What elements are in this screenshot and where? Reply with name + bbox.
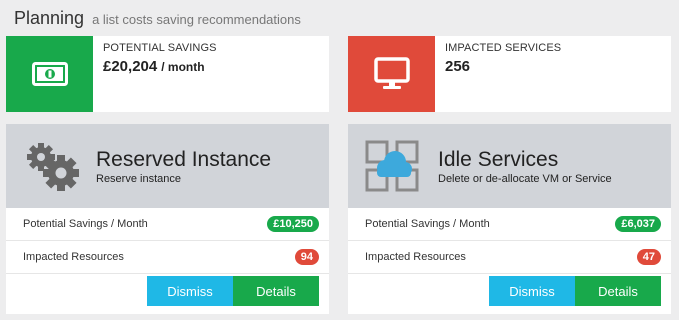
potential-savings-summary: POTENTIAL SAVINGS £20,204 / month xyxy=(6,36,329,112)
page-title: Planning xyxy=(14,8,85,28)
reserved-instance-actions: Dismiss Details xyxy=(147,276,319,306)
dismiss-button[interactable]: Dismiss xyxy=(147,276,233,306)
reserved-instance-subtitle: Reserve instance xyxy=(96,172,181,185)
impacted-resources-row: Impacted Resources 47 xyxy=(348,241,671,274)
impacted-services-label: IMPACTED SERVICES xyxy=(445,42,562,54)
page-subtitle: a list costs saving recommendations xyxy=(92,12,301,27)
potential-savings-row: Potential Savings / Month £6,037 xyxy=(348,208,671,241)
impacted-resources-row: Impacted Resources 94 xyxy=(6,241,329,274)
monitor-icon xyxy=(348,36,435,112)
reserved-instance-card: Reserved Instance Reserve instance Poten… xyxy=(6,124,329,314)
money-icon xyxy=(6,36,93,112)
row-label: Impacted Resources xyxy=(365,251,466,263)
savings-badge: £6,037 xyxy=(615,216,661,232)
details-button[interactable]: Details xyxy=(575,276,661,306)
reserved-instance-header: Reserved Instance Reserve instance xyxy=(6,124,329,208)
cloud-icon xyxy=(348,124,438,208)
row-label: Potential Savings / Month xyxy=(23,218,148,230)
reserved-instance-title: Reserved Instance xyxy=(96,147,272,171)
idle-services-subtitle: Delete or de-allocate VM or Service xyxy=(438,172,612,185)
idle-services-title: Idle Services xyxy=(438,147,559,171)
potential-savings-unit: / month xyxy=(161,60,205,74)
resources-badge: 47 xyxy=(636,249,661,265)
dismiss-button[interactable]: Dismiss xyxy=(489,276,575,306)
potential-savings-row: Potential Savings / Month £10,250 xyxy=(6,208,329,241)
gears-icon xyxy=(6,124,96,208)
potential-savings-value: £20,204 xyxy=(103,58,158,75)
impacted-services-value: 256 xyxy=(445,58,471,75)
impacted-services-summary: IMPACTED SERVICES 256 xyxy=(348,36,671,112)
idle-services-card: Idle Services Delete or de-allocate VM o… xyxy=(348,124,671,314)
savings-badge: £10,250 xyxy=(267,216,319,232)
resources-badge: 94 xyxy=(294,249,319,265)
details-button[interactable]: Details xyxy=(233,276,319,306)
page-header: Planning a list costs saving recommendat… xyxy=(14,8,301,32)
potential-savings-label: POTENTIAL SAVINGS xyxy=(103,42,217,54)
row-label: Potential Savings / Month xyxy=(365,218,490,230)
row-label: Impacted Resources xyxy=(23,251,124,263)
idle-services-header: Idle Services Delete or de-allocate VM o… xyxy=(348,124,671,208)
idle-services-actions: Dismiss Details xyxy=(489,276,661,306)
